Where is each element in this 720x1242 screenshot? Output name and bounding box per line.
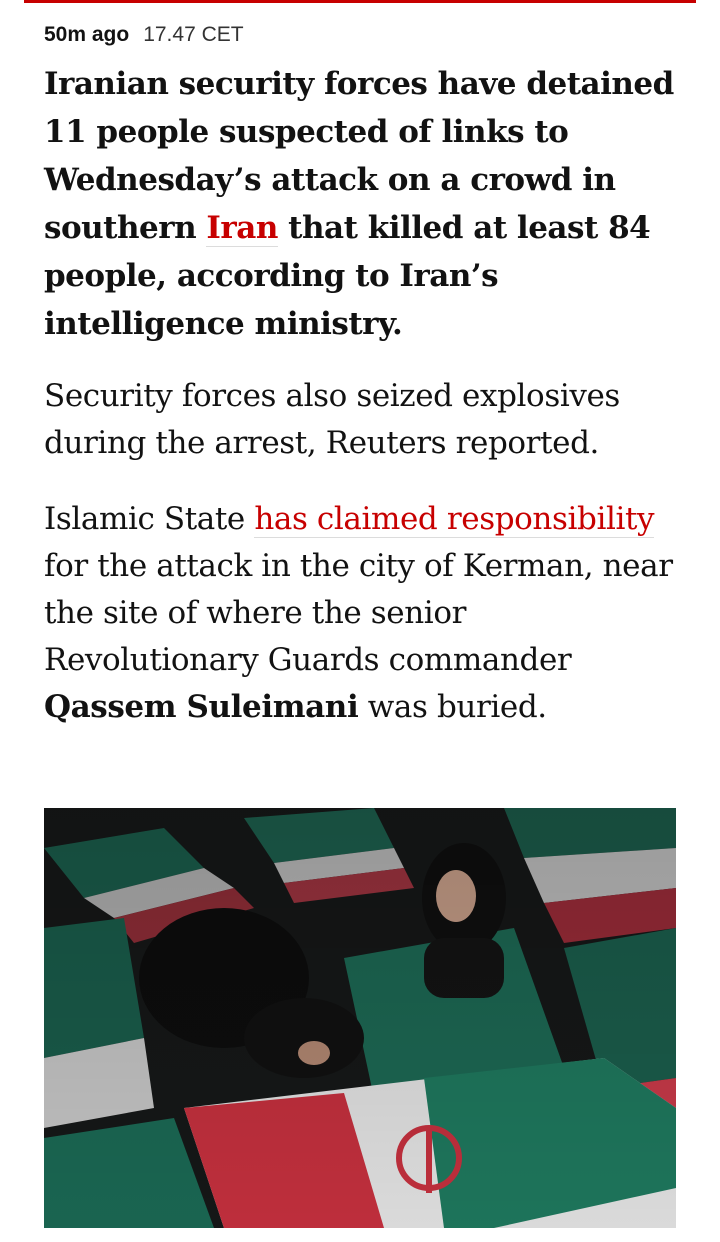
- iran-link[interactable]: Iran: [206, 210, 278, 247]
- mourners-coffins-photo: [44, 808, 676, 1228]
- paragraph-explosives: Security forces also seized explosives d…: [44, 378, 620, 461]
- post-headline: Iranian security forces have detained 11…: [44, 60, 684, 348]
- top-accent-rule: [24, 0, 696, 3]
- suleimani-name: Qassem Suleimani: [44, 689, 359, 725]
- paragraph-islamic-state: Islamic State has claimed responsibility…: [44, 496, 684, 731]
- timestamp-relative: 50m ago: [44, 23, 130, 46]
- post-timestamp: 50m ago 17.47 CET: [44, 20, 244, 50]
- paragraph2-text-3: was buried.: [358, 689, 547, 725]
- claimed-responsibility-link[interactable]: has claimed responsibility: [254, 501, 655, 538]
- article-photo[interactable]: [44, 808, 676, 1228]
- timestamp-absolute: 17.47 CET: [143, 23, 244, 46]
- paragraph2-text-1: Islamic State: [44, 501, 255, 537]
- paragraph2-text-2: for the attack in the city of Kerman, ne…: [44, 548, 673, 678]
